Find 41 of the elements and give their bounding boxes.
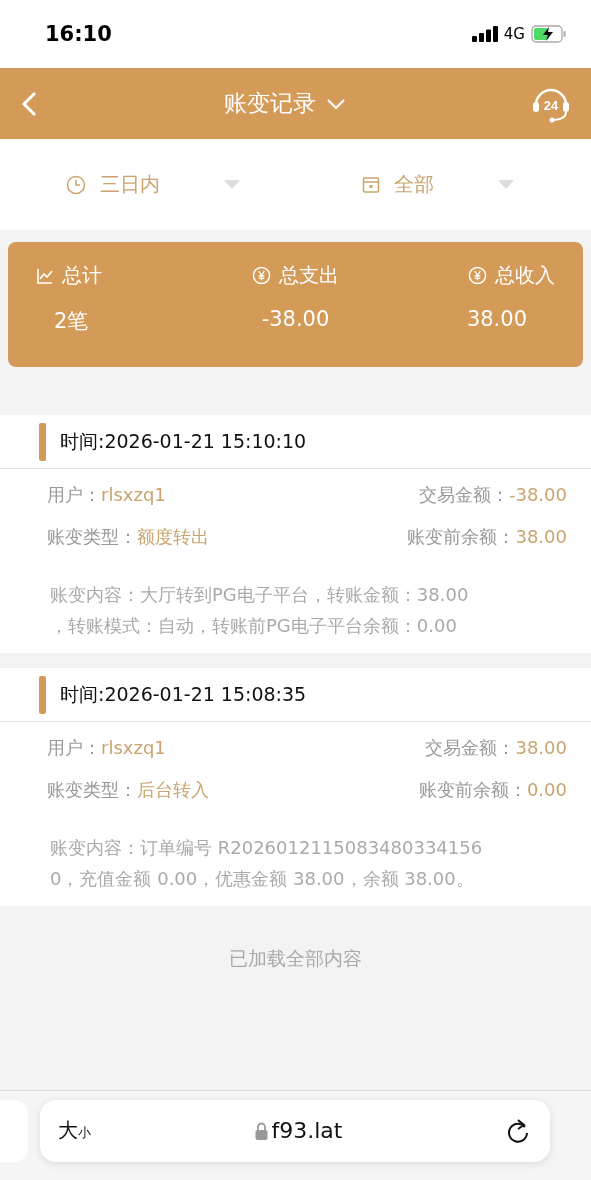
type-field: 账变类型：额度转出 bbox=[47, 525, 209, 549]
end-note: 已加载全部内容 bbox=[228, 946, 363, 971]
record-content: 账变内容：订单编号 R2026012115083480334156 0，充值金额 0.00，优惠金额 38.00，余额 38.00。 bbox=[50, 836, 484, 891]
clock-icon bbox=[66, 174, 86, 195]
yen-icon bbox=[468, 266, 487, 285]
caret-icon bbox=[224, 180, 240, 189]
network-label: 4G bbox=[503, 25, 525, 43]
signal-icon bbox=[471, 26, 498, 42]
summary-value: 2笔 bbox=[53, 308, 90, 335]
summary-label: 总支出 bbox=[252, 262, 339, 289]
filter-dropdown[interactable]: 三日内 bbox=[0, 170, 296, 199]
accent-bar bbox=[39, 422, 46, 461]
user-field: 用户：rlsxzq1 bbox=[47, 483, 166, 507]
filter-dropdown[interactable]: 全部 bbox=[295, 170, 591, 199]
battery-icon bbox=[531, 25, 567, 43]
amount-field: 交易金额：-38.00 bbox=[418, 483, 567, 507]
amount-field: 交易金额：38.00 bbox=[425, 736, 567, 760]
record-time: 时间:2026-01-21 15:08:35 bbox=[60, 681, 307, 707]
caret-icon bbox=[497, 180, 514, 189]
summary-label: 总计 bbox=[36, 262, 102, 289]
record-time: 时间:2026-01-21 15:10:10 bbox=[60, 428, 307, 454]
summary-value: -38.00 bbox=[261, 307, 330, 331]
balance-field: 账变前余额：0.00 bbox=[418, 778, 567, 802]
chart-icon bbox=[36, 266, 54, 285]
user-field: 用户：rlsxzq1 bbox=[47, 736, 166, 760]
calendar-icon bbox=[361, 175, 380, 194]
type-field: 账变类型：后台转入 bbox=[47, 778, 209, 802]
status-time: 16:10 bbox=[45, 22, 112, 46]
yen-icon bbox=[252, 266, 271, 285]
record-content: 账变内容：大厅转到PG电子平台，转账金额：38.00 ，转账模式：自动，转账前PG电子平台余额：0.00 bbox=[50, 583, 470, 638]
chevron-down-icon bbox=[325, 97, 346, 110]
accent-bar bbox=[39, 675, 46, 714]
back-button[interactable] bbox=[20, 89, 38, 118]
lock-icon bbox=[254, 1121, 268, 1140]
summary-label: 总收入 bbox=[468, 262, 555, 289]
reload-button[interactable] bbox=[506, 1117, 530, 1144]
url-text: f93.lat bbox=[254, 1118, 343, 1143]
title-dropdown[interactable]: 账变记录 bbox=[217, 87, 352, 120]
balance-field: 账变前余额：38.00 bbox=[407, 525, 567, 549]
summary-value: 38.00 bbox=[465, 307, 528, 331]
support-button[interactable]: 24 bbox=[531, 84, 571, 123]
